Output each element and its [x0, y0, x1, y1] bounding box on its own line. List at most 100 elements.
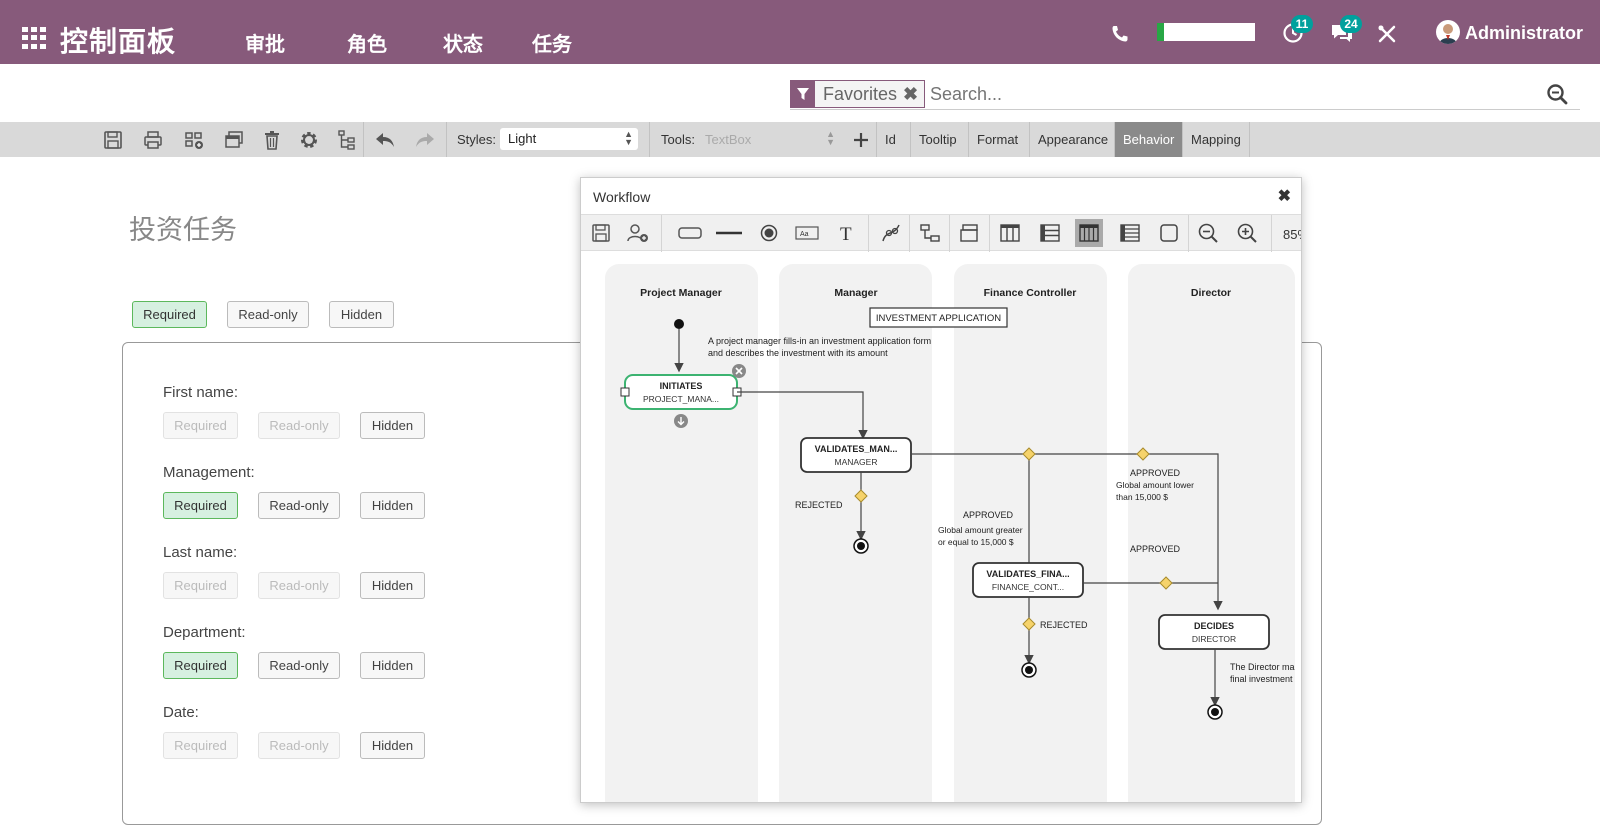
wf-zoom-in-icon[interactable] — [1233, 219, 1261, 247]
first-name-hidden-button[interactable]: Hidden — [360, 412, 425, 439]
field-label-department: Department: — [163, 624, 246, 641]
management-readonly-button[interactable]: Read-only — [258, 492, 340, 519]
lane-director[interactable] — [1128, 264, 1295, 803]
form-editor-toolbar: Styles: Light ▲ ▼ Tools: TextBox ▲ ▼ Id To… — [0, 122, 1600, 157]
last-name-required-button[interactable]: Required — [163, 572, 238, 599]
initiate-note-line-2: and describes the investment with its am… — [708, 348, 888, 358]
apps-grid-icon[interactable] — [22, 27, 48, 49]
wf-end-event-icon[interactable] — [755, 219, 783, 247]
first-name-readonly-button[interactable]: Read-only — [258, 412, 340, 439]
wf-task-shape-icon[interactable] — [676, 219, 704, 247]
select-arrows-icon: ▲ ▼ — [624, 129, 633, 147]
wf-add-actor-icon[interactable] — [624, 219, 652, 247]
window-icon[interactable] — [223, 129, 245, 151]
first-name-required-button[interactable]: Required — [163, 412, 238, 439]
filter-icon — [791, 81, 815, 107]
wf-toolbar-divider — [1271, 215, 1272, 252]
svg-text:Aa: Aa — [800, 231, 809, 238]
hierarchy-icon[interactable] — [336, 129, 358, 151]
activity-count-badge: 11 — [1291, 15, 1313, 33]
approved-lower-note-2: than 15,000 $ — [1116, 492, 1168, 502]
tab-mapping[interactable]: Mapping — [1182, 122, 1250, 157]
app-root: 控制面板 审批 角色 状态 任务 11 24 Administrator Fav… — [0, 0, 1600, 833]
user-name[interactable]: Administrator — [1465, 23, 1583, 44]
tab-appearance[interactable]: Appearance — [1029, 122, 1116, 157]
phone-icon[interactable] — [1110, 24, 1130, 44]
mode-readonly-button[interactable]: Read-only — [227, 301, 309, 328]
tab-id[interactable]: Id — [876, 122, 904, 157]
wf-header-icon[interactable] — [956, 219, 984, 247]
wf-label-icon[interactable]: Aa — [793, 219, 821, 247]
management-required-button[interactable]: Required — [163, 492, 238, 519]
delete-icon[interactable] — [261, 129, 283, 151]
field-label-first-name: First name: — [163, 384, 239, 401]
top-navbar: 控制面板 审批 角色 状态 任务 11 24 Administrator — [0, 0, 1600, 64]
print-icon[interactable] — [142, 129, 164, 151]
field-label-date: Date: — [163, 704, 199, 721]
task-validates-finance-title: VALIDATES_FINA... — [986, 569, 1069, 579]
wf-zoom-level[interactable]: 85% — [1283, 227, 1301, 242]
task-initiates-title: INITIATES — [660, 381, 703, 391]
wf-vertical-lanes-icon[interactable] — [1075, 219, 1103, 247]
redo-icon[interactable] — [414, 129, 436, 151]
tools-select[interactable]: TextBox ▲ ▼ — [705, 130, 835, 148]
styles-select[interactable]: Light ▲ ▼ — [500, 128, 638, 150]
search-input[interactable] — [930, 82, 1530, 106]
wf-toolbar-divider — [989, 215, 990, 252]
menu-item-approval[interactable]: 审批 — [245, 28, 285, 57]
wf-line-icon[interactable] — [715, 219, 743, 247]
last-name-readonly-button[interactable]: Read-only — [258, 572, 340, 599]
search-icon[interactable] — [1546, 83, 1568, 105]
workflow-dialog-title: Workflow — [593, 189, 651, 205]
user-avatar[interactable] — [1436, 20, 1460, 44]
remove-facet-icon[interactable]: ✖ — [901, 84, 924, 105]
progress-widget[interactable] — [1157, 23, 1255, 41]
tab-behavior[interactable]: Behavior — [1114, 122, 1183, 157]
management-hidden-button[interactable]: Hidden — [360, 492, 425, 519]
wf-columns-icon[interactable] — [996, 219, 1024, 247]
mode-hidden-button[interactable]: Hidden — [329, 301, 394, 328]
start-event[interactable] — [674, 319, 684, 329]
message-count-badge: 24 — [1340, 15, 1362, 33]
tab-format[interactable]: Format — [968, 122, 1026, 157]
menu-item-state[interactable]: 状态 — [443, 28, 483, 57]
wf-save-icon[interactable] — [587, 219, 615, 247]
resize-handle[interactable] — [620, 387, 630, 397]
debug-tools-icon[interactable] — [1377, 24, 1397, 44]
add-field-icon[interactable] — [183, 129, 205, 151]
banner-label: INVESTMENT APPLICATION — [876, 313, 1001, 324]
mode-required-button[interactable]: Required — [132, 301, 207, 328]
wf-rows-icon[interactable] — [1036, 219, 1064, 247]
wf-text-icon[interactable]: T — [833, 219, 861, 247]
wf-container-icon[interactable] — [1155, 219, 1183, 247]
settings-icon[interactable] — [298, 129, 320, 151]
wf-edge-style-icon[interactable] — [877, 219, 905, 247]
tools-value: TextBox — [705, 132, 752, 147]
approved-greater-label: APPROVED — [963, 510, 1014, 520]
close-icon[interactable]: ✖ — [1278, 186, 1291, 206]
wf-connector-icon[interactable] — [916, 219, 944, 247]
last-name-hidden-button[interactable]: Hidden — [360, 572, 425, 599]
save-icon[interactable] — [102, 129, 124, 151]
approved-lower-label: APPROVED — [1130, 468, 1181, 478]
toolbar-divider — [446, 122, 447, 157]
department-hidden-button[interactable]: Hidden — [360, 652, 425, 679]
department-required-button[interactable]: Required — [163, 652, 238, 679]
lane-title-director: Director — [1191, 287, 1231, 299]
date-readonly-button[interactable]: Read-only — [258, 732, 340, 759]
menu-item-role[interactable]: 角色 — [347, 28, 387, 57]
wf-horizontal-lanes-icon[interactable] — [1116, 219, 1144, 247]
director-note-line-1: The Director ma — [1230, 662, 1295, 672]
add-icon[interactable] — [850, 129, 872, 151]
task-validates-manager-role: MANAGER — [835, 457, 878, 467]
wf-zoom-out-icon[interactable] — [1194, 219, 1222, 247]
workflow-canvas[interactable]: Project Manager Manager Finance Controll… — [581, 252, 1302, 803]
favorites-facet[interactable]: Favorites ✖ — [790, 80, 926, 108]
app-brand[interactable]: 控制面板 — [60, 20, 176, 60]
date-required-button[interactable]: Required — [163, 732, 238, 759]
undo-icon[interactable] — [374, 129, 396, 151]
tab-tooltip[interactable]: Tooltip — [910, 122, 965, 157]
date-hidden-button[interactable]: Hidden — [360, 732, 425, 759]
menu-item-task[interactable]: 任务 — [532, 28, 572, 57]
department-readonly-button[interactable]: Read-only — [258, 652, 340, 679]
